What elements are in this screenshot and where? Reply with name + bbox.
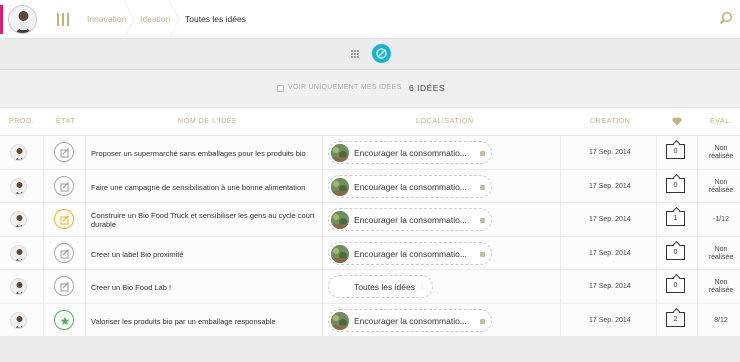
col-eval[interactable]: EVAL. xyxy=(710,118,732,125)
evaluation: -1/12 xyxy=(713,216,729,223)
likes-count[interactable]: 0 xyxy=(666,144,685,159)
lock-icon xyxy=(480,318,485,324)
location-pill[interactable]: Toutes les idées ⁝ xyxy=(328,275,433,298)
table-row[interactable]: Creer un Bio Food Lab ! Toutes les idées… xyxy=(0,270,740,304)
breadcrumb-current: Toutes les idées xyxy=(185,14,246,24)
author-avatar[interactable] xyxy=(10,211,27,228)
lock-icon xyxy=(480,151,485,156)
state-validated-icon[interactable] xyxy=(54,309,74,330)
location-label: Encourager la consommatio... xyxy=(354,215,467,225)
idea-name[interactable]: Faire une campagne de sensibilisation à … xyxy=(91,183,316,192)
col-etat[interactable]: ÉTAT xyxy=(56,118,75,125)
location-thumbnail xyxy=(331,311,349,330)
state-in-progress-icon[interactable] xyxy=(54,209,74,229)
lock-icon xyxy=(480,251,485,257)
table-header: PROD. ÉTAT NOM DE L'IDÉE LOCALISATION CR… xyxy=(0,107,740,136)
location-thumbnail xyxy=(331,244,349,263)
location-thumbnail xyxy=(331,211,349,229)
location-pill[interactable]: Encourager la consommatio... xyxy=(328,141,492,164)
likes-count[interactable]: 0 xyxy=(666,278,685,293)
ideas-table: PROD. ÉTAT NOM DE L'IDÉE LOCALISATION CR… xyxy=(0,107,740,337)
idea-name[interactable]: Valoriser les produits bio par un emball… xyxy=(91,317,316,326)
breadcrumb-separator-icon xyxy=(168,0,180,39)
likes-count[interactable]: 0 xyxy=(666,177,685,193)
creation-date: 17 Sep. 2014 xyxy=(589,249,631,257)
compass-icon xyxy=(376,48,387,59)
breadcrumb-separator-icon xyxy=(123,0,135,39)
col-nom[interactable]: NOM DE L'IDÉE xyxy=(178,118,237,125)
breadcrumb-ideation[interactable]: Ideation xyxy=(140,14,170,24)
location-label: Encourager la consommatio... xyxy=(354,148,467,158)
evaluation: Non réalisée xyxy=(708,178,734,194)
state-edit-icon[interactable] xyxy=(54,175,74,196)
table-row[interactable]: Valoriser les produits bio par un emball… xyxy=(0,303,740,337)
creation-date: 17 Sep. 2014 xyxy=(589,216,631,223)
idea-name[interactable]: Creer un label Bio proximité xyxy=(91,250,316,259)
page-footer-space xyxy=(0,337,740,362)
my-ideas-checkbox[interactable] xyxy=(277,85,284,92)
table-row[interactable]: Construire un Bio Food Truck et sensibil… xyxy=(0,203,740,237)
accent-bar xyxy=(0,5,3,34)
location-pill[interactable]: Encourager la consommatio... xyxy=(328,208,492,231)
location-label: Encourager la consommatio... xyxy=(354,181,467,192)
table-row[interactable]: Faire une campagne de sensibilisation à … xyxy=(0,169,740,203)
location-label: Encourager la consommatio... xyxy=(354,248,467,259)
evaluation: 8/12 xyxy=(714,316,728,324)
creation-date: 17 Sep. 2014 xyxy=(589,283,631,290)
state-edit-icon[interactable] xyxy=(54,242,74,263)
col-localisation[interactable]: LOCALISATION xyxy=(416,118,474,125)
breadcrumb-innovation[interactable]: Innovation xyxy=(87,14,126,24)
state-edit-icon[interactable] xyxy=(54,276,74,296)
more-icon: ⁝ xyxy=(421,285,423,291)
creation-date: 17 Sep. 2014 xyxy=(589,316,631,324)
state-edit-icon[interactable] xyxy=(54,142,74,162)
col-prod[interactable]: PROD. xyxy=(9,118,34,125)
view-toggle-bar xyxy=(0,39,740,70)
table-row[interactable]: Proposer un supermarché sans emballages … xyxy=(0,136,740,170)
creation-date: 17 Sep. 2014 xyxy=(589,182,631,190)
idea-name[interactable]: Creer un Bio Food Lab ! xyxy=(91,283,316,292)
evaluation: Non réalisée xyxy=(708,145,734,160)
grid-view-icon[interactable] xyxy=(351,50,359,58)
location-pill[interactable]: Encourager la consommatio... xyxy=(328,174,492,198)
ideas-count: 6 IDÉES xyxy=(409,83,446,93)
evaluation: Non réalisée xyxy=(708,245,734,261)
list-view-button[interactable] xyxy=(372,44,391,63)
filter-bar: VOIR UNIQUEMENT MES IDÉES 6 IDÉES xyxy=(0,70,740,107)
location-pill[interactable]: Encourager la consommatio... xyxy=(328,241,492,265)
creation-date: 17 Sep. 2014 xyxy=(589,149,631,156)
likes-count[interactable]: 1 xyxy=(666,211,685,226)
idea-name[interactable]: Construire un Bio Food Truck et sensibil… xyxy=(91,211,316,229)
top-bar: Innovation Ideation Toutes les idées xyxy=(0,0,740,39)
location-label: Toutes les idées xyxy=(354,282,415,292)
author-avatar[interactable] xyxy=(10,311,27,329)
lock-icon xyxy=(480,218,485,223)
heart-icon[interactable] xyxy=(672,117,682,126)
table-row[interactable]: Creer un label Bio proximité Encourager … xyxy=(0,236,740,270)
location-label: Encourager la consommatio... xyxy=(354,315,467,326)
idea-name[interactable]: Proposer un supermarché sans emballages … xyxy=(91,149,316,158)
location-thumbnail xyxy=(331,177,349,196)
location-thumbnail xyxy=(331,144,349,162)
menu-icon[interactable] xyxy=(57,13,69,26)
user-avatar[interactable] xyxy=(8,5,37,34)
location-pill[interactable]: Encourager la consommatio... xyxy=(328,308,492,332)
likes-count[interactable]: 2 xyxy=(666,311,685,327)
search-icon[interactable] xyxy=(719,11,733,25)
col-creation[interactable]: CRÉATION xyxy=(590,118,630,125)
author-avatar[interactable] xyxy=(10,144,27,161)
author-avatar[interactable] xyxy=(10,244,27,262)
author-avatar[interactable] xyxy=(10,278,27,295)
evaluation: Non réalisée xyxy=(708,279,734,294)
author-avatar[interactable] xyxy=(10,177,27,195)
likes-count[interactable]: 0 xyxy=(666,244,685,260)
my-ideas-label[interactable]: VOIR UNIQUEMENT MES IDÉES xyxy=(288,84,402,91)
lock-icon xyxy=(480,184,485,190)
